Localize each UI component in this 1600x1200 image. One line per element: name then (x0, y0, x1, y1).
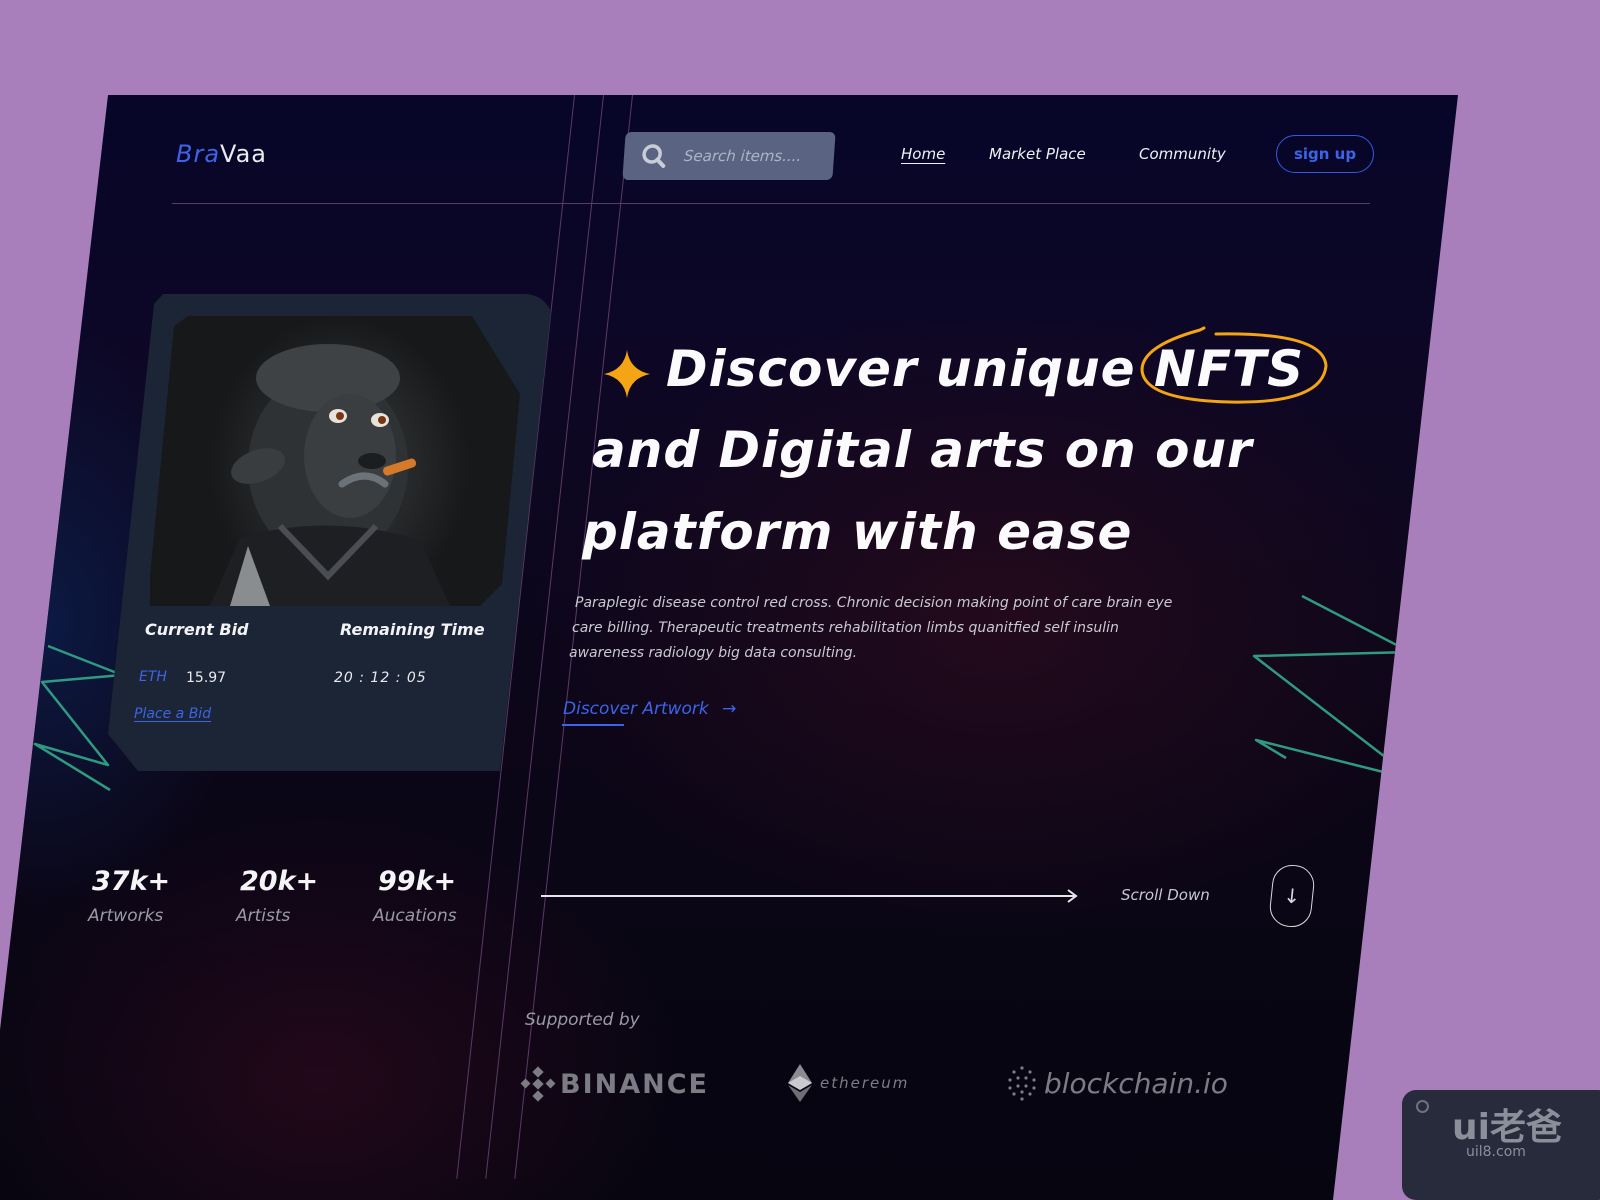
highlight-circle (1140, 326, 1328, 404)
nav-community[interactable]: Community (1139, 145, 1226, 163)
partner-ethereum-label: ethereum (820, 1074, 910, 1092)
discover-artwork-label: Discover Artwork (563, 699, 709, 719)
stat-label-artworks: Artworks (88, 906, 164, 926)
partner-blockchain[interactable]: blockchain.io (1004, 1064, 1228, 1102)
stat-label-aucations: Aucations (373, 906, 457, 926)
partner-binance[interactable]: BINANCE (520, 1066, 709, 1102)
stat-value-aucations: 99k+ (378, 866, 457, 897)
current-bid-label: Current Bid (145, 620, 249, 639)
hero-title-line1: Discover unique NFTS (666, 326, 1328, 404)
squiggle-decoration-right (1252, 594, 1417, 782)
hero-title-line3: platform with ease (582, 503, 1133, 561)
scroll-down-button[interactable]: ↓ (1267, 862, 1317, 930)
remaining-time-value: 20 : 12 : 05 (334, 670, 427, 686)
hero-title-prefix: Discover unique (666, 340, 1136, 398)
nft-artwork-image[interactable] (150, 316, 520, 606)
place-bid-link[interactable]: Place a Bid (134, 706, 211, 722)
sparkle-icon (604, 350, 650, 398)
remaining-time-label: Remaining Time (340, 620, 485, 639)
scroll-down-label: Scroll Down (1121, 886, 1210, 904)
hero-description-line: awareness radiology big data consulting. (569, 645, 858, 661)
watermark-site-text: uil8.com (1466, 1144, 1526, 1160)
landing-page-panel: BraVaa Home Market Place Community sign … (0, 95, 1458, 1200)
brand-logo-part2: Vaa (220, 140, 268, 168)
discover-artwork-link[interactable]: Discover Artwork → (563, 699, 736, 719)
arrow-down-icon: ↓ (1282, 883, 1302, 909)
binance-icon (520, 1066, 556, 1102)
watermark-dot-icon (1416, 1100, 1429, 1113)
search-icon (639, 142, 669, 170)
stat-label-artists: Artists (236, 906, 291, 926)
bid-value: 15.97 (186, 670, 227, 686)
blockchain-icon (1008, 1066, 1036, 1101)
search-input[interactable] (681, 146, 827, 166)
discover-underline (562, 724, 624, 726)
stat-value-artists: 20k+ (240, 866, 319, 897)
brand-logo-part1: Bra (176, 140, 221, 168)
header-divider (172, 203, 1370, 204)
hero-title-highlight-wrap: NFTS (1140, 326, 1328, 404)
partner-binance-label: BINANCE (560, 1068, 709, 1100)
search-box[interactable] (622, 132, 836, 180)
nav-home[interactable]: Home (901, 145, 945, 163)
partner-ethereum[interactable]: ethereum (788, 1064, 909, 1102)
hero-title-line2: and Digital arts on our (592, 421, 1253, 479)
brand-logo[interactable]: BraVaa (176, 140, 267, 168)
hero-description-line: care billing. Therapeutic treatments reh… (572, 620, 1119, 636)
partner-blockchain-label: blockchain.io (1044, 1066, 1228, 1100)
arrow-right-icon: → (722, 699, 737, 719)
nav-market-place[interactable]: Market Place (989, 145, 1086, 163)
watermark-badge: ui老爸 uil8.com (1402, 1090, 1600, 1200)
sheep-character-illustration (210, 344, 450, 606)
ethereum-icon (788, 1064, 812, 1102)
hero-description-line: Paraplegic disease control red cross. Ch… (575, 595, 1173, 611)
signup-button[interactable]: sign up (1276, 135, 1374, 173)
watermark-logo-text: ui老爸 (1452, 1107, 1562, 1148)
long-arrow-icon (541, 889, 1078, 903)
supported-by-label: Supported by (525, 1010, 640, 1030)
bid-currency: ETH (139, 669, 167, 685)
stat-value-artworks: 37k+ (92, 866, 171, 897)
